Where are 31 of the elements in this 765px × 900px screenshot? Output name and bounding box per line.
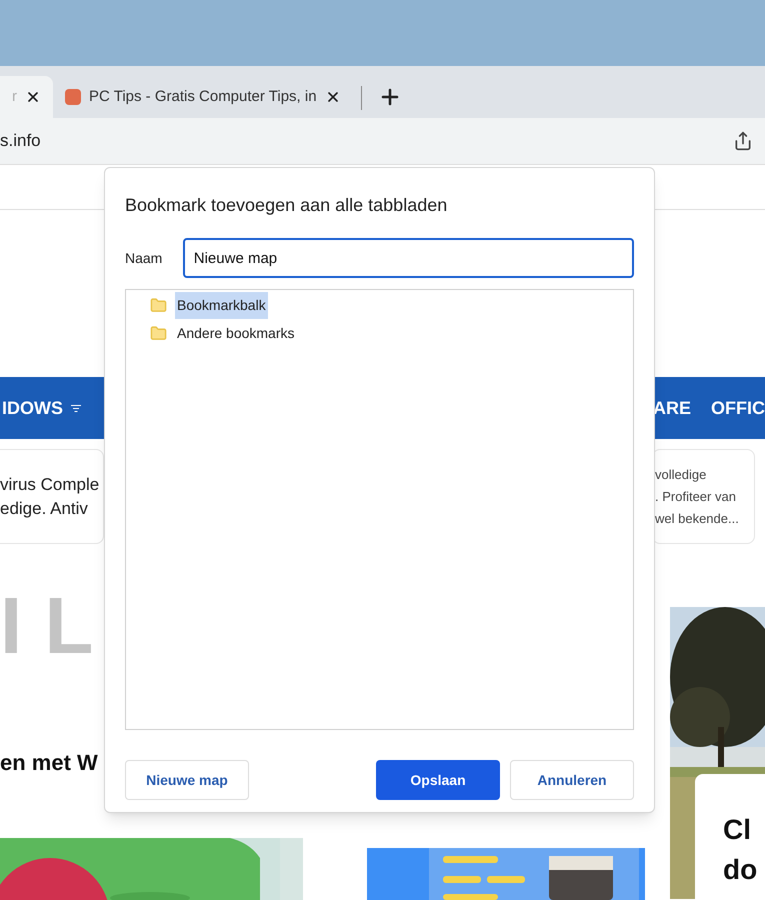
folder-item[interactable]: Andere bookmarks: [175, 320, 297, 346]
secondary-button[interactable]: Nieuwe map: [125, 760, 249, 800]
browser-tab[interactable]: PC Tips - Gratis Computer Tips, in: [53, 76, 353, 118]
tab-title: PC Tips - Gratis Computer Tips, in: [89, 86, 317, 107]
article-heading: en met W: [0, 749, 99, 777]
folder-icon: [150, 324, 167, 342]
name-field[interactable]: Nieuwe map: [182, 238, 634, 278]
article-card[interactable]: Cl do: [695, 774, 765, 900]
name-label: Naam: [125, 248, 164, 268]
save-button[interactable]: Opslaan: [376, 760, 500, 800]
secondary-button[interactable]: Annuleren: [510, 760, 634, 800]
card-text: . Profiteer van: [655, 488, 737, 506]
card-text: volledige: [655, 466, 708, 484]
share-icon[interactable]: [733, 131, 753, 151]
card-text: wel bekende...: [655, 510, 740, 528]
nav-item[interactable]: IDOWS: [2, 394, 63, 422]
address-text[interactable]: s.info: [0, 128, 41, 154]
nav-item[interactable]: ARE: [652, 394, 691, 422]
nav-item[interactable]: OFFIC: [711, 394, 765, 422]
folder-tree[interactable]: Bookmarkbalk Andere bookmarks: [125, 289, 634, 730]
folder-icon: [150, 296, 167, 314]
card-text: virus Comple: [0, 474, 100, 496]
close-icon[interactable]: [25, 89, 41, 105]
card-text: edige. Antiv: [0, 498, 89, 520]
card-title: do: [723, 854, 758, 886]
folder-item[interactable]: Bookmarkbalk: [175, 292, 268, 318]
watermark-letters: I L: [0, 586, 94, 666]
dialog-title: Bookmark toevoegen aan alle tabbladen: [125, 194, 448, 217]
menu-icon: [71, 404, 81, 412]
card-title: Cl: [723, 814, 752, 846]
tab-title: r: [12, 86, 17, 107]
